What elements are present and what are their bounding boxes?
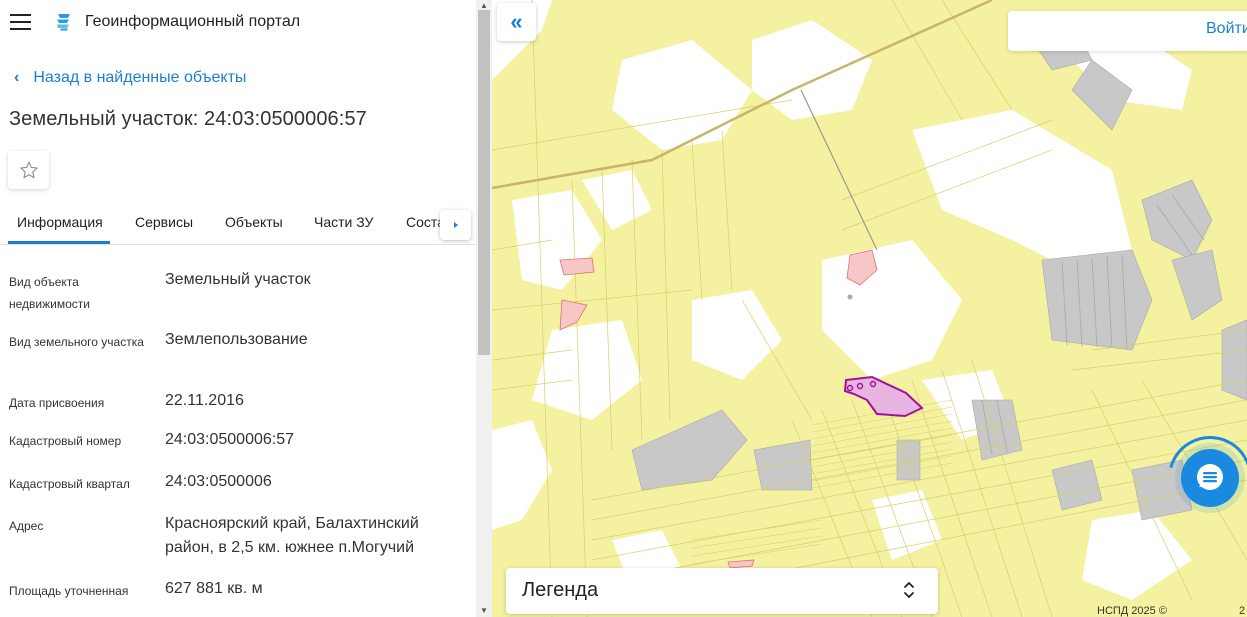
property-label: Дата присвоения	[9, 396, 105, 410]
property-label: Кадастровый номер	[9, 434, 122, 448]
legend-label: Легенда	[522, 579, 599, 601]
top-bar: Геоинформационный портал	[0, 0, 476, 44]
tab-services[interactable]: Сервисы	[135, 214, 193, 230]
chat-bubble-icon	[1197, 464, 1223, 490]
star-outline-icon	[19, 161, 38, 179]
back-link-label: Назад в найденные объекты	[33, 69, 247, 86]
tabs-scroll-right-button[interactable]	[440, 210, 471, 240]
property-value: Землепользование	[165, 331, 308, 348]
property-value: 22.11.2016	[165, 392, 244, 409]
chevron-left-icon: ‹	[14, 69, 20, 86]
property-value: 24:03:0500006:57	[165, 431, 295, 448]
favorite-button[interactable]	[8, 151, 49, 189]
map-point	[847, 294, 853, 300]
property-label: Кадастровый квартал	[9, 477, 130, 491]
cadastral-map	[492, 0, 1247, 617]
tab-objects[interactable]: Объекты	[225, 214, 283, 230]
active-tab-indicator	[8, 241, 110, 244]
scrollbar-thumb[interactable]	[478, 10, 490, 355]
legend-panel[interactable]: Легенда	[506, 568, 938, 614]
app-title: Геоинформационный портал	[85, 13, 301, 30]
property-value: 24:03:0500006	[165, 473, 272, 490]
property-value: Земельный участок	[165, 271, 311, 288]
collapse-panel-button[interactable]: «	[497, 3, 536, 41]
tab-bar: Информация Сервисы Объекты Части ЗУ Сост…	[0, 200, 476, 245]
back-to-results-link[interactable]: ‹ Назад в найденные объекты	[14, 68, 246, 88]
property-value: Красноярский край, Балахтинский район, в…	[165, 515, 419, 556]
double-chevron-left-icon: «	[510, 9, 523, 34]
chat-button[interactable]	[1181, 449, 1239, 507]
login-label[interactable]: Войти	[1206, 20, 1247, 38]
property-value: 627 881 кв. м	[165, 580, 263, 597]
property-label: Адрес	[9, 519, 44, 533]
property-label: Вид объекта недвижимости	[9, 275, 90, 311]
map-copyright: НСПД 2025 ©	[1097, 605, 1167, 617]
portal-logo-icon	[57, 14, 70, 31]
map-canvas[interactable]	[492, 0, 1247, 617]
tab-information[interactable]: Информация	[17, 214, 103, 230]
hamburger-icon[interactable]	[10, 14, 31, 30]
scroll-down-arrow-icon[interactable]: ▼	[480, 606, 488, 615]
property-label: Вид земельного участка	[9, 335, 144, 349]
chevron-up-down-icon[interactable]	[902, 578, 916, 602]
map-scale-label: 2	[1239, 605, 1246, 617]
caret-right-icon	[453, 222, 458, 228]
property-label: Площадь уточненная	[9, 584, 129, 598]
scroll-up-arrow-icon[interactable]: ▲	[480, 1, 488, 10]
info-panel: Геоинформационный портал ‹ Назад в найде…	[0, 0, 476, 617]
page-title: Земельный участок: 24:03:0500006:57	[9, 108, 367, 130]
tab-parcel-parts[interactable]: Части ЗУ	[314, 214, 373, 230]
